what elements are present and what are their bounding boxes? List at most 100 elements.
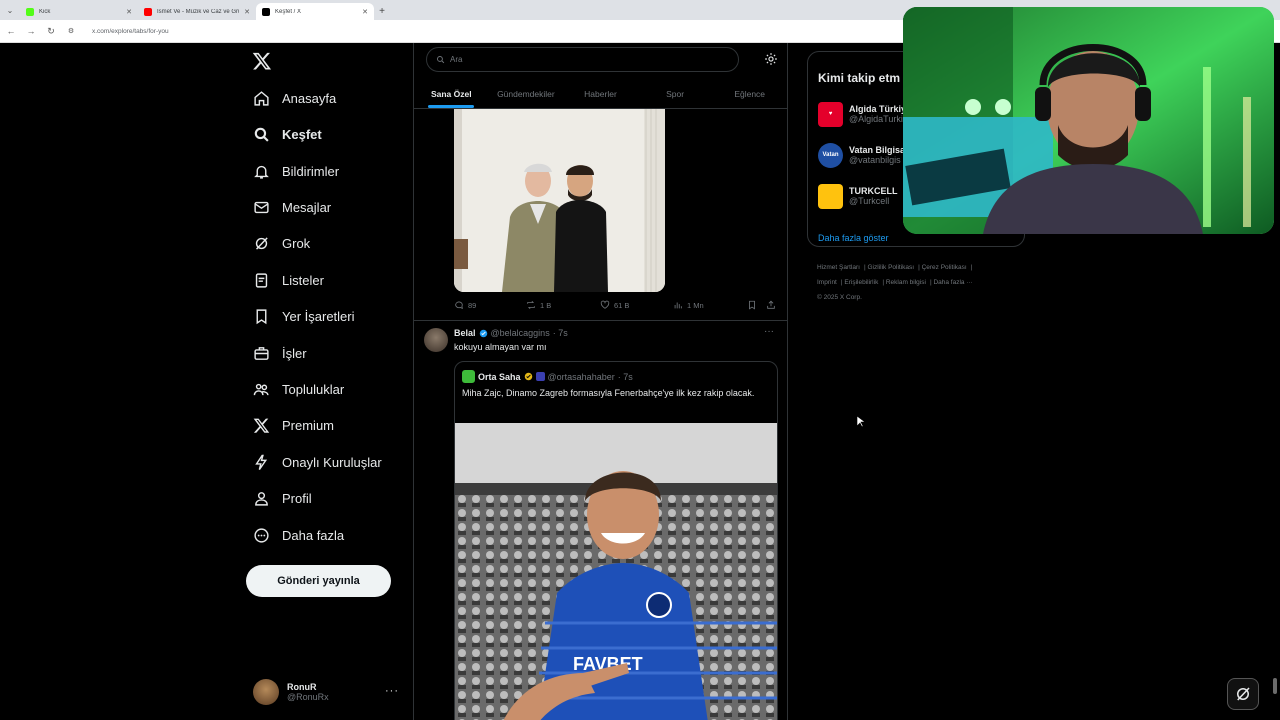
sidebar-item-label: İşler	[282, 345, 307, 361]
sidebar-item-explore[interactable]: Keşfet	[253, 121, 322, 147]
quote-media-image[interactable]: FAVBET	[455, 423, 777, 720]
mouse-cursor-icon	[857, 416, 865, 428]
browser-tab-youtube[interactable]: İsmet Ve - Müzik ve Caz ve Grup ✕	[138, 3, 256, 20]
sidebar-item-messages[interactable]: Mesajlar	[253, 194, 331, 220]
who-to-follow-title: Kimi takip etm	[818, 71, 901, 85]
gold-verified-badge-icon	[524, 372, 532, 381]
back-icon[interactable]: ←	[6, 26, 16, 36]
reply-button[interactable]: 89	[454, 300, 476, 310]
repost-count: 1 B	[540, 300, 552, 310]
sidebar-item-more[interactable]: Daha fazla	[253, 522, 344, 548]
person-icon	[255, 491, 268, 506]
sidebar-item-label: Grok	[282, 235, 311, 251]
sidebar-item-label: Topluluklar	[282, 381, 345, 397]
footer-link[interactable]: Daha fazla ···	[933, 279, 972, 286]
repost-button[interactable]: 1 B	[526, 300, 551, 310]
sidebar-item-label: Keşfet	[282, 126, 322, 142]
reply-icon	[455, 301, 463, 310]
gear-icon[interactable]	[764, 52, 778, 66]
view-count: 1 Mn	[687, 300, 704, 310]
lightning-icon	[255, 454, 268, 470]
sidebar-item-lists[interactable]: Listeler	[253, 267, 324, 293]
account-handle: @RonuRx	[287, 692, 329, 702]
post-media-image[interactable]	[454, 109, 665, 292]
post-divider	[414, 320, 787, 321]
like-button[interactable]: 61 B	[600, 300, 629, 310]
tab-close-icon[interactable]: ✕	[126, 8, 132, 16]
verified-badge-icon	[479, 329, 487, 337]
sidebar-item-grok[interactable]: Grok	[253, 230, 310, 256]
sidebar-item-bookmarks[interactable]: Yer İşaretleri	[253, 303, 355, 329]
more-dots-icon[interactable]: ···	[385, 685, 399, 697]
streamer-webcam-image	[903, 7, 1274, 234]
grok-icon	[255, 236, 268, 250]
vatan-logo-icon: Vatan	[818, 142, 843, 168]
forward-icon[interactable]: →	[26, 26, 36, 36]
footer-link[interactable]: Reklam bilgisi	[886, 279, 926, 286]
main-column: Ara Sana Özel Gündemdekiler Haberler Spo…	[414, 43, 787, 720]
post-header: Belal @belalcaggins · 7s	[454, 328, 568, 338]
footer-link[interactable]: Erişilebilirlik	[844, 279, 878, 286]
avatar[interactable]	[424, 328, 448, 352]
tab-close-icon[interactable]: ✕	[244, 8, 250, 16]
views-button[interactable]: 1 Mn	[673, 300, 704, 310]
footer-link[interactable]: Çerez Politikası	[922, 264, 967, 271]
extension-grok-icon[interactable]	[1227, 678, 1259, 710]
sidebar-item-label: Mesajlar	[282, 199, 332, 215]
more-dots-icon[interactable]: ···	[764, 326, 774, 337]
suggestion-name: Algida Türkiy	[849, 104, 907, 114]
sidebar-item-label: Onaylı Kuruluşlar	[282, 454, 382, 470]
sidebar-item-label: Daha fazla	[282, 527, 345, 543]
author-handle[interactable]: @belalcaggins	[491, 328, 550, 338]
tab-sports[interactable]: Spor	[638, 79, 713, 108]
browser-tab-x[interactable]: Keşfet / X ✕	[256, 3, 374, 20]
sidebar-item-communities[interactable]: Topluluklar	[253, 376, 344, 402]
tab-for-you[interactable]: Sana Özel	[414, 79, 489, 108]
url-field[interactable]: x.com/explore/tabs/for-you	[92, 28, 169, 35]
account-switcher[interactable]: RonuR @RonuRx ···	[253, 675, 403, 709]
tab-search-chevron-icon[interactable]: ⌄	[0, 0, 20, 20]
heart-icon	[600, 300, 610, 309]
new-tab-icon[interactable]: +	[374, 3, 390, 20]
reload-icon[interactable]: ↻	[46, 26, 56, 37]
share-icon[interactable]	[766, 300, 776, 310]
avatar	[253, 679, 279, 705]
reply-count: 89	[468, 300, 477, 310]
browser-tab-kick[interactable]: Kick ✕	[20, 3, 138, 20]
tab-entertainment[interactable]: Eğlence	[712, 79, 787, 108]
quoted-post[interactable]: Orta Saha @ortasahahaber · 7s Miha Zajc,…	[454, 361, 778, 720]
like-count: 61 B	[614, 300, 630, 310]
sidebar-item-profile[interactable]: Profil	[253, 485, 312, 511]
footer-link[interactable]: Imprint	[817, 279, 837, 286]
post-button[interactable]: Gönderi yayınla	[246, 565, 391, 597]
scrollbar-thumb[interactable]	[1273, 678, 1277, 694]
webcam-overlay	[903, 7, 1274, 234]
tab-news[interactable]: Haberler	[563, 79, 638, 108]
author-name[interactable]: Belal	[454, 328, 476, 338]
post-time[interactable]: · 7s	[553, 328, 568, 338]
list-icon	[255, 272, 268, 288]
x-icon	[253, 418, 270, 433]
footer-link[interactable]: Gizlilik Politikası	[867, 264, 914, 271]
show-more-link[interactable]: Daha fazla göster	[818, 233, 889, 243]
x-logo-icon[interactable]	[252, 51, 272, 71]
photo-two-men	[454, 109, 665, 292]
sidebar-item-home[interactable]: Anasayfa	[253, 85, 336, 111]
search-input[interactable]: Ara	[426, 47, 739, 72]
footer-link[interactable]: Hizmet Şartları	[817, 264, 860, 271]
tab-close-icon[interactable]: ✕	[362, 8, 368, 16]
bookmark-icon[interactable]	[747, 300, 757, 310]
sidebar-item-premium[interactable]: Premium	[253, 412, 334, 438]
sidebar-item-verified-orgs[interactable]: Onaylı Kuruluşlar	[253, 449, 382, 475]
tab-trending[interactable]: Gündemdekiler	[489, 79, 564, 108]
quote-text: Miha Zajc, Dinamo Zagreb formasıyla Fene…	[462, 388, 755, 398]
grok-icon	[1237, 687, 1250, 701]
sidebar-item-jobs[interactable]: İşler	[253, 340, 307, 366]
tab-label: Keşfet / X	[275, 8, 302, 15]
tab-label: İsmet Ve - Müzik ve Caz ve Grup	[157, 8, 240, 15]
chart-icon	[674, 302, 682, 309]
sidebar-item-label: Listeler	[282, 272, 324, 288]
sidebar-item-notifications[interactable]: Bildirimler	[253, 158, 339, 184]
quote-time: · 7s	[617, 371, 633, 382]
site-info-icon[interactable]: ⚙	[66, 27, 76, 35]
